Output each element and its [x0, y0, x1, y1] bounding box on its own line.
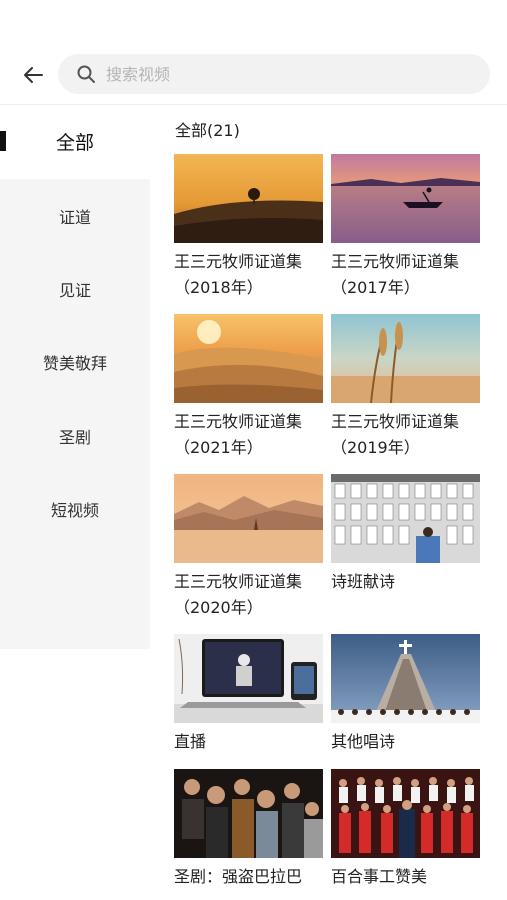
- sidebar-item-label: 短视频: [50, 500, 99, 520]
- sidebar-item-short-video[interactable]: 短视频: [0, 472, 150, 545]
- video-thumbnail: [174, 154, 323, 243]
- video-grid: 全部(21) 王三元牧师证道集 （2018年） 王三元牧师证道集 （2017年）: [150, 105, 507, 900]
- video-title: 其他唱诗: [331, 732, 396, 751]
- sidebar-item-label: 全部: [55, 132, 94, 154]
- video-card[interactable]: 百合事工赞美: [331, 769, 480, 890]
- category-sidebar: 全部 证道 见证 赞美敬拜 圣剧 短视频: [0, 105, 150, 900]
- video-card[interactable]: 直播: [174, 634, 323, 755]
- video-card[interactable]: 圣剧：强盗巴拉巴: [174, 769, 323, 890]
- sidebar-item-testimony[interactable]: 见证: [0, 252, 150, 325]
- video-thumbnail: [174, 314, 323, 403]
- video-title: 王三元牧师证道集 （2021年）: [174, 412, 303, 457]
- video-card[interactable]: 王三元牧师证道集 （2019年）: [331, 314, 480, 461]
- search-icon: [77, 65, 95, 83]
- sidebar-item-label: 证道: [58, 207, 91, 227]
- sidebar-item-drama[interactable]: 圣剧: [0, 399, 150, 472]
- sidebar-item-sermons[interactable]: 证道: [0, 179, 150, 252]
- video-title: 王三元牧师证道集 （2019年）: [331, 412, 460, 457]
- video-thumbnail: [174, 634, 323, 723]
- video-card[interactable]: 诗班献诗: [331, 474, 480, 595]
- video-title: 诗班献诗: [331, 572, 396, 591]
- active-indicator: [0, 131, 6, 151]
- video-title: 圣剧：强盗巴拉巴: [174, 867, 303, 886]
- sidebar-item-worship[interactable]: 赞美敬拜: [0, 325, 150, 398]
- sidebar-item-label: 圣剧: [58, 427, 91, 447]
- video-thumbnail: [331, 314, 480, 403]
- result-count: 全部(21): [175, 121, 240, 140]
- top-bar: [0, 0, 507, 105]
- sidebar-item-all[interactable]: 全部: [0, 105, 150, 178]
- search-input[interactable]: [104, 63, 468, 85]
- video-card[interactable]: 王三元牧师证道集 （2018年）: [174, 154, 323, 301]
- video-title: 百合事工赞美: [331, 867, 428, 886]
- arrow-left-icon: [24, 67, 43, 83]
- video-thumbnail: [174, 474, 323, 563]
- video-title: 王三元牧师证道集 （2018年）: [174, 252, 303, 297]
- video-thumbnail: [331, 154, 480, 243]
- video-thumbnail: [331, 634, 480, 723]
- video-thumbnail: [174, 769, 323, 858]
- video-card[interactable]: 王三元牧师证道集 （2017年）: [331, 154, 480, 301]
- video-title: 王三元牧师证道集 （2020年）: [174, 572, 303, 617]
- sidebar-item-label: 赞美敬拜: [42, 353, 107, 373]
- video-card[interactable]: 王三元牧师证道集 （2020年）: [174, 474, 323, 621]
- video-card[interactable]: 王三元牧师证道集 （2021年）: [174, 314, 323, 461]
- video-card[interactable]: 其他唱诗: [331, 634, 480, 755]
- video-thumbnail: [331, 474, 480, 563]
- back-button[interactable]: [18, 60, 48, 90]
- video-title: 直播: [174, 732, 207, 751]
- video-title: 王三元牧师证道集 （2017年）: [331, 252, 460, 297]
- sidebar-item-label: 见证: [58, 280, 91, 300]
- video-thumbnail: [331, 769, 480, 858]
- search-bar[interactable]: [58, 54, 490, 94]
